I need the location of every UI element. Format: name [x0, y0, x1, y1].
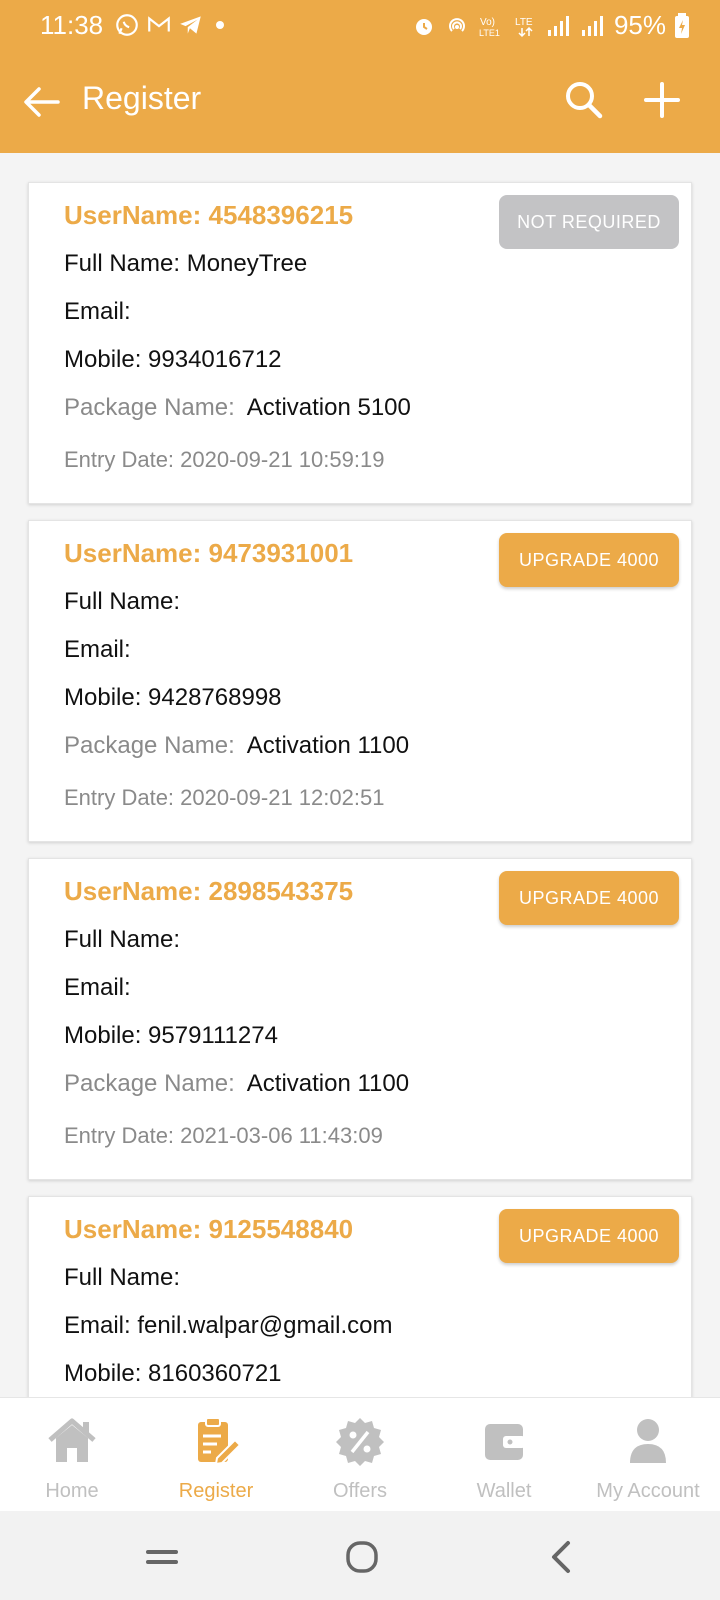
- package-label: Package Name:: [64, 1070, 235, 1097]
- volte-icon: Vo)LTE1: [479, 17, 500, 38]
- bottom-nav: Home Register Offers Wallet My Account: [0, 1397, 720, 1511]
- nav-offers[interactable]: Offers: [288, 1398, 432, 1511]
- nav-label: Wallet: [476, 1480, 532, 1502]
- mobile: Mobile: 9579111274: [64, 1022, 278, 1049]
- search-icon[interactable]: [560, 76, 608, 124]
- nav-label: Home: [45, 1480, 99, 1502]
- svg-text:LTE1: LTE1: [479, 28, 500, 38]
- register-icon: [198, 1417, 242, 1466]
- username: UserName: 9125548840: [64, 1214, 354, 1244]
- wallet-icon: [485, 1424, 525, 1460]
- package-value: Activation 1100: [246, 1070, 410, 1097]
- register-card[interactable]: UserName: 4548396215 NOT REQUIRED Full N…: [28, 182, 692, 504]
- status-time: 11:38: [40, 10, 104, 40]
- nav-wallet[interactable]: Wallet: [432, 1398, 576, 1511]
- battery-icon: [675, 12, 689, 38]
- entry-date: Entry Date: 2020-09-21 12:02:51: [64, 785, 385, 810]
- status-badge[interactable]: NOT REQUIRED: [499, 195, 679, 249]
- nav-label: My Account: [596, 1480, 700, 1502]
- nav-home[interactable]: Home: [0, 1398, 144, 1511]
- nav-my-account[interactable]: My Account: [576, 1398, 720, 1511]
- email: Email:: [64, 298, 131, 325]
- svg-text:Vo): Vo): [480, 17, 495, 28]
- register-card[interactable]: UserName: 9125548840 UPGRADE 4000 Full N…: [28, 1196, 692, 1397]
- system-nav-bar: [0, 1511, 720, 1600]
- status-left-icons: [114, 12, 230, 38]
- email: Email:: [64, 636, 131, 663]
- status-right-icons: Vo) LTE1 LTE 95%: [412, 10, 690, 41]
- package-value: Activation 1100: [246, 732, 410, 759]
- nav-register[interactable]: Register: [144, 1398, 288, 1511]
- email: Email: fenil.walpar@gmail.com: [64, 1312, 393, 1339]
- battery-percent: 95%: [613, 10, 666, 40]
- username: UserName: 2898543375: [64, 876, 354, 906]
- app-bar: 11:38 Vo) LTE1 LTE 95% Register: [0, 0, 720, 153]
- full-name: Full Name: MoneyTree: [64, 250, 308, 277]
- recents-icon[interactable]: [138, 1533, 186, 1581]
- username: UserName: 4548396215: [64, 200, 354, 230]
- add-icon[interactable]: [638, 76, 686, 124]
- home-icon: [48, 1418, 96, 1462]
- register-list[interactable]: UserName: 4548396215 NOT REQUIRED Full N…: [0, 153, 720, 1397]
- lte-icon: LTE: [515, 17, 533, 37]
- upgrade-button[interactable]: UPGRADE 4000: [499, 533, 679, 587]
- home-circle-icon[interactable]: [338, 1533, 386, 1581]
- package-row: Package Name: Activation 5100: [64, 394, 411, 422]
- dot-icon: [216, 21, 224, 29]
- email: Email:: [64, 974, 131, 1001]
- entry-date: Entry Date: 2021-03-06 11:43:09: [64, 1123, 383, 1148]
- package-row: Package Name: Activation 1100: [64, 732, 409, 760]
- upgrade-button[interactable]: UPGRADE 4000: [499, 1209, 679, 1263]
- signal-icon: [547, 15, 569, 36]
- gmail-icon: [148, 16, 170, 32]
- register-card[interactable]: UserName: 9473931001 UPGRADE 4000 Full N…: [28, 520, 692, 842]
- alarm-icon: [415, 18, 432, 35]
- mobile: Mobile: 9428768998: [64, 684, 282, 711]
- full-name: Full Name:: [64, 926, 181, 953]
- package-label: Package Name:: [64, 732, 235, 759]
- package-label: Package Name:: [64, 394, 235, 421]
- back-chevron-icon[interactable]: [538, 1533, 586, 1581]
- hotspot-icon: [449, 17, 465, 32]
- signal-icon: [581, 15, 603, 36]
- whatsapp-icon: [116, 14, 138, 36]
- nav-label: Offers: [332, 1480, 388, 1502]
- package-row: Package Name: Activation 1100: [64, 1070, 409, 1098]
- full-name: Full Name:: [64, 1264, 181, 1291]
- register-card[interactable]: UserName: 2898543375 UPGRADE 4000 Full N…: [28, 858, 692, 1180]
- entry-date: Entry Date: 2020-09-21 10:59:19: [64, 447, 385, 472]
- username: UserName: 9473931001: [64, 538, 354, 568]
- full-name: Full Name:: [64, 588, 181, 615]
- svg-text:LTE: LTE: [515, 17, 533, 28]
- toolbar: Register: [0, 56, 720, 153]
- mobile: Mobile: 9934016712: [64, 346, 282, 373]
- nav-label: Register: [178, 1480, 254, 1502]
- page-title: Register: [82, 80, 202, 116]
- back-arrow-icon[interactable]: [18, 78, 66, 126]
- status-bar: 11:38 Vo) LTE1 LTE 95%: [0, 0, 720, 52]
- package-value: Activation 5100: [246, 394, 411, 421]
- account-icon: [630, 1419, 666, 1463]
- upgrade-button[interactable]: UPGRADE 4000: [499, 871, 679, 925]
- offers-icon: [336, 1418, 384, 1466]
- mobile: Mobile: 8160360721: [64, 1360, 282, 1387]
- telegram-icon: [180, 16, 201, 34]
